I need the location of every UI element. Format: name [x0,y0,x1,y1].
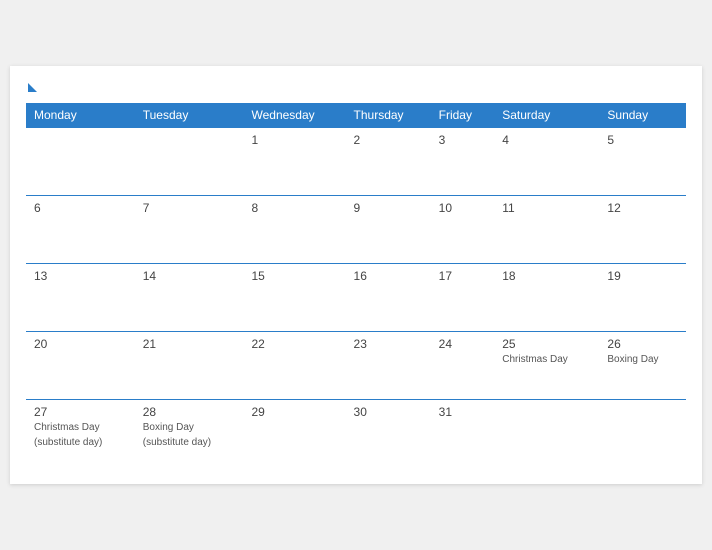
day-number: 25 [502,337,591,351]
calendar-cell: 30 [346,400,431,468]
day-number: 5 [607,133,678,147]
event-label: Boxing Day [607,353,678,366]
calendar-row-1: 6 7 8 9 10 11 12 [26,196,686,264]
day-number: 9 [354,201,423,215]
calendar-cell: 19 [599,264,686,332]
day-number: 7 [143,201,236,215]
calendar-cell: 12 [599,196,686,264]
calendar-cell: 6 [26,196,135,264]
day-number: 31 [439,405,487,419]
calendar-cell [135,128,244,196]
calendar-cell: 14 [135,264,244,332]
calendar-row-3: 20 21 22 23 24 25 Christmas Day 26 Boxing Day [26,332,686,400]
calendar-row-0: 1 2 3 4 5 [26,128,686,196]
weekday-header-row: MondayTuesdayWednesdayThursdayFridaySatu… [26,103,686,128]
calendar-container: MondayTuesdayWednesdayThursdayFridaySatu… [10,66,702,484]
weekday-header-wednesday: Wednesday [244,103,346,128]
weekday-header-friday: Friday [431,103,495,128]
calendar-cell [494,400,599,468]
day-number: 11 [502,201,591,215]
day-number: 12 [607,201,678,215]
calendar-cell: 25 Christmas Day [494,332,599,400]
calendar-table: MondayTuesdayWednesdayThursdayFridaySatu… [26,103,686,468]
calendar-cell: 31 [431,400,495,468]
day-number: 18 [502,269,591,283]
day-number: 30 [354,405,423,419]
calendar-cell: 20 [26,332,135,400]
calendar-tbody: 1234567891011121314151617181920212223242… [26,128,686,468]
weekday-header-thursday: Thursday [346,103,431,128]
weekday-header-sunday: Sunday [599,103,686,128]
day-number: 1 [252,133,338,147]
calendar-cell: 5 [599,128,686,196]
calendar-cell: 7 [135,196,244,264]
calendar-cell [599,400,686,468]
calendar-cell: 24 [431,332,495,400]
day-number: 29 [252,405,338,419]
calendar-row-2: 13 14 15 16 17 18 19 [26,264,686,332]
logo-triangle-icon [28,83,37,92]
calendar-cell: 21 [135,332,244,400]
calendar-cell [26,128,135,196]
calendar-cell: 23 [346,332,431,400]
event-label: (substitute day) [34,436,127,449]
day-number: 17 [439,269,487,283]
day-number: 21 [143,337,236,351]
day-number: 19 [607,269,678,283]
calendar-cell: 11 [494,196,599,264]
day-number: 4 [502,133,591,147]
day-number: 14 [143,269,236,283]
calendar-cell: 16 [346,264,431,332]
day-number: 16 [354,269,423,283]
calendar-cell: 29 [244,400,346,468]
calendar-cell: 4 [494,128,599,196]
day-number: 2 [354,133,423,147]
calendar-thead: MondayTuesdayWednesdayThursdayFridaySatu… [26,103,686,128]
day-number: 24 [439,337,487,351]
calendar-cell: 13 [26,264,135,332]
logo [26,82,37,91]
day-number: 23 [354,337,423,351]
calendar-cell: 9 [346,196,431,264]
calendar-cell: 2 [346,128,431,196]
calendar-cell: 22 [244,332,346,400]
weekday-header-saturday: Saturday [494,103,599,128]
calendar-cell: 26 Boxing Day [599,332,686,400]
calendar-cell: 3 [431,128,495,196]
event-label: Christmas Day [502,353,591,366]
calendar-cell: 18 [494,264,599,332]
calendar-cell: 1 [244,128,346,196]
event-label: Christmas Day [34,421,127,434]
calendar-cell: 28 Boxing Day (substitute day) [135,400,244,468]
day-number: 15 [252,269,338,283]
calendar-cell: 15 [244,264,346,332]
weekday-header-tuesday: Tuesday [135,103,244,128]
day-number: 28 [143,405,236,419]
day-number: 6 [34,201,127,215]
calendar-cell: 27 Christmas Day (substitute day) [26,400,135,468]
calendar-cell: 17 [431,264,495,332]
day-number: 8 [252,201,338,215]
day-number: 13 [34,269,127,283]
day-number: 20 [34,337,127,351]
weekday-header-monday: Monday [26,103,135,128]
calendar-cell: 8 [244,196,346,264]
day-number: 27 [34,405,127,419]
event-label: (substitute day) [143,436,236,449]
calendar-header [26,82,686,91]
event-label: Boxing Day [143,421,236,434]
day-number: 3 [439,133,487,147]
day-number: 22 [252,337,338,351]
day-number: 26 [607,337,678,351]
day-number: 10 [439,201,487,215]
calendar-cell: 10 [431,196,495,264]
calendar-row-4: 27 Christmas Day (substitute day) 28 Boxing … [26,400,686,468]
